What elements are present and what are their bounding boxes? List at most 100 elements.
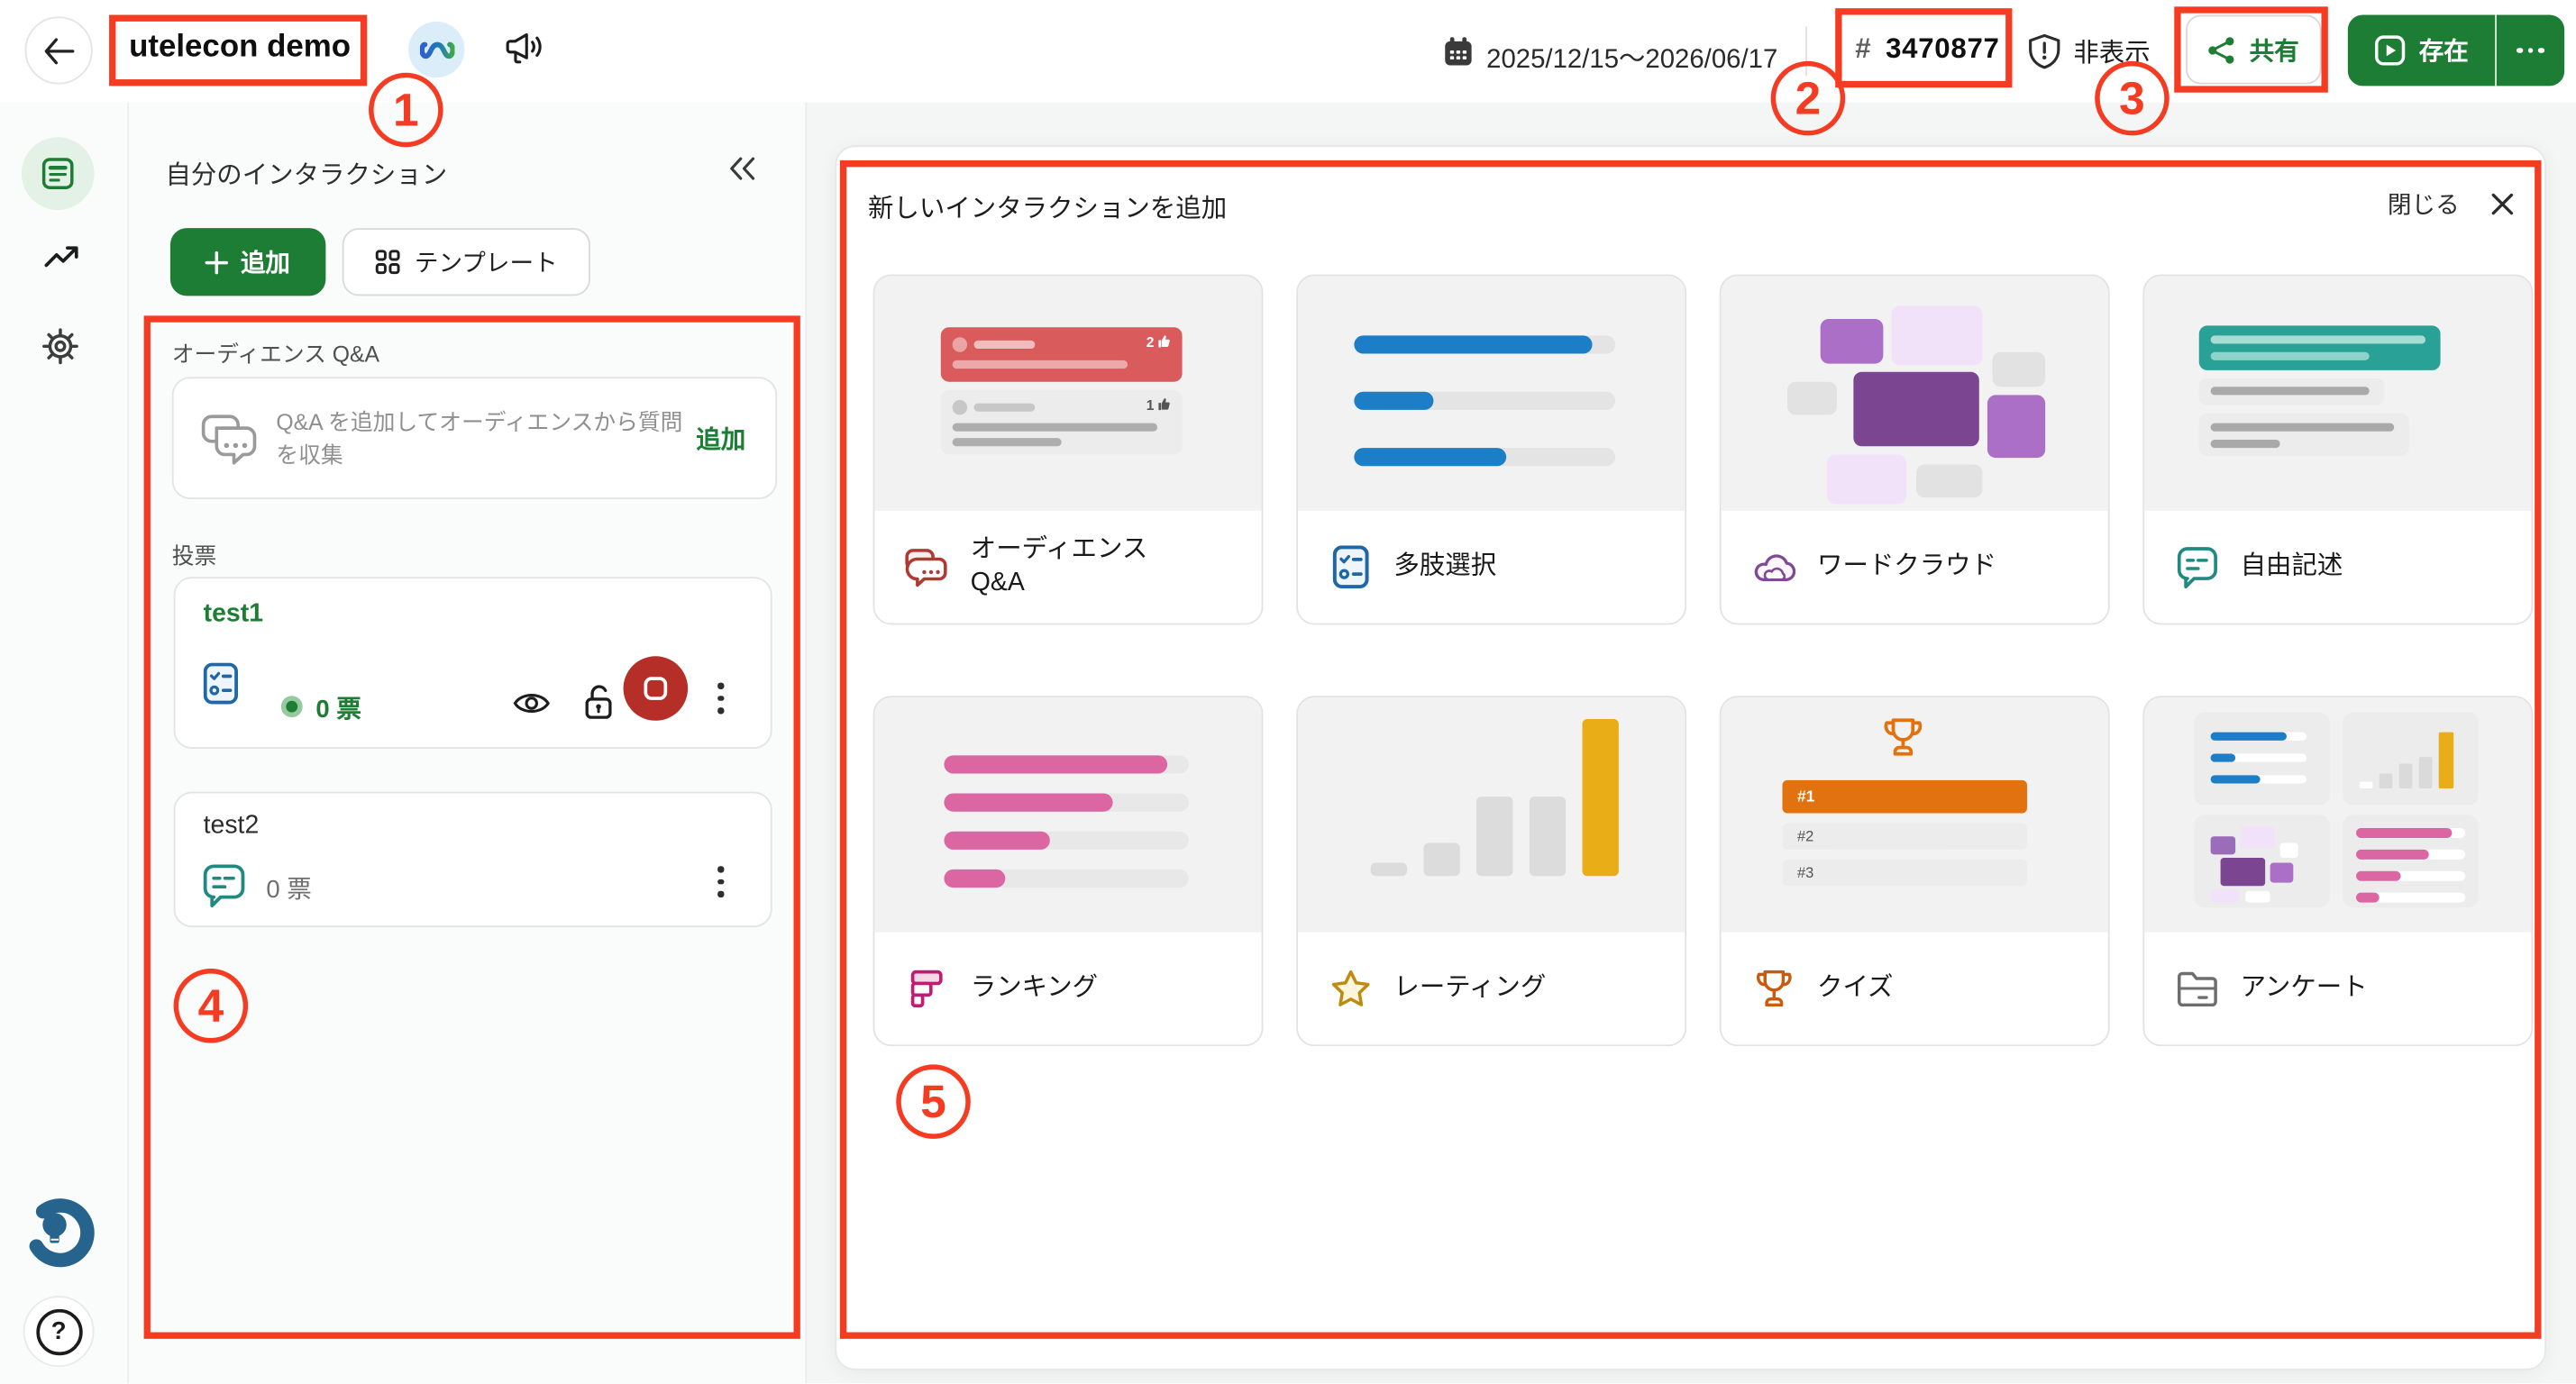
poll-menu-button[interactable] xyxy=(713,861,728,902)
thumbs-up-icon xyxy=(1157,334,1171,350)
card-survey[interactable]: アンケート xyxy=(2142,696,2533,1046)
stop-square-icon xyxy=(644,676,669,701)
qa-add-link[interactable]: 追加 xyxy=(696,422,745,457)
panel-title: 自分のインタラクション xyxy=(165,155,447,191)
chevrons-left-icon xyxy=(727,155,757,181)
open-text-thumbnail xyxy=(2144,276,2531,510)
calendar-icon xyxy=(1442,35,1475,68)
rail-item-settings[interactable] xyxy=(41,327,79,373)
back-button[interactable] xyxy=(25,16,93,84)
card-label: 自由記述 xyxy=(2241,551,2343,584)
collapse-panel-button[interactable] xyxy=(727,155,757,190)
thumbs-up-icon xyxy=(1157,396,1171,412)
card-ranking[interactable]: ランキング xyxy=(873,696,1264,1046)
card-label: ランキング xyxy=(971,971,1098,1005)
qa-bubbles-icon xyxy=(200,414,260,467)
poll-card-test2[interactable]: test2 0 票 xyxy=(174,792,772,927)
trophy-icon xyxy=(1880,714,1926,763)
likes-count: 2 xyxy=(1146,334,1155,351)
interactions-icon xyxy=(40,155,76,191)
trending-up-icon xyxy=(43,241,81,271)
qa-empty-card[interactable]: Q&A を追加してオーディエンスから質問を収集 追加 xyxy=(172,377,777,499)
rank-row-label: #1 xyxy=(1797,788,1814,806)
vevox-logo xyxy=(22,1195,96,1270)
open-text-icon xyxy=(202,863,247,909)
card-label: レーティング xyxy=(1393,971,1546,1005)
present-button-group: 存在 xyxy=(2348,15,2564,86)
webex-integration-icon xyxy=(408,22,464,77)
rating-star-icon xyxy=(1328,966,1373,1011)
poll-menu-button[interactable] xyxy=(713,678,728,718)
qa-thumbnail: 2 1 xyxy=(874,276,1261,510)
eye-icon xyxy=(513,689,551,717)
word-cloud-thumbnail xyxy=(1722,276,2108,510)
card-label: オーディエンス Q&A xyxy=(971,533,1177,600)
ranking-thumbnail xyxy=(874,697,1261,932)
gear-icon xyxy=(41,327,79,365)
multiple-choice-icon xyxy=(204,663,239,705)
session-title[interactable]: utelecon demo xyxy=(129,30,351,66)
visibility-toggle[interactable]: 非表示 xyxy=(2027,33,2151,69)
play-square-icon xyxy=(2374,35,2406,67)
more-options-button[interactable] xyxy=(2497,15,2564,86)
rail-item-interactions[interactable] xyxy=(22,137,95,210)
hash-icon: # xyxy=(1855,33,1870,67)
vote-count: 0 票 xyxy=(266,871,311,906)
poll-title: test1 xyxy=(204,600,263,630)
modal-close[interactable]: 閉じる xyxy=(2388,187,2514,222)
poll-card-test1[interactable]: test1 0 票 xyxy=(174,577,772,749)
rank-row-label: #3 xyxy=(1797,864,1813,880)
quiz-thumbnail: #1 #2 #3 xyxy=(1722,697,2108,932)
card-audience-qa[interactable]: 2 1 オーディエンス Q& xyxy=(873,275,1264,625)
announcement-icon[interactable] xyxy=(504,30,547,77)
card-rating[interactable]: レーティング xyxy=(1296,696,1686,1046)
vote-count: 0 票 xyxy=(315,691,361,726)
add-interaction-button[interactable]: 追加 xyxy=(170,228,325,296)
question-icon: ? xyxy=(35,1308,81,1354)
grid-icon xyxy=(375,250,400,275)
interactions-panel: 自分のインタラクション 追加 テンプレート オーディエンス Q&A Q&A を追… xyxy=(129,103,807,1384)
kebab-icon xyxy=(717,683,723,688)
lock-button[interactable] xyxy=(584,683,614,729)
card-multiple-choice[interactable]: 多肢選択 xyxy=(1296,275,1686,625)
templates-button[interactable]: テンプレート xyxy=(343,228,590,296)
close-icon xyxy=(2489,192,2515,217)
plus-icon xyxy=(206,250,229,274)
arrow-left-icon xyxy=(43,37,75,63)
hide-label: 非表示 xyxy=(2073,33,2150,69)
interaction-type-grid: 2 1 オーディエンス Q& xyxy=(873,275,2534,1047)
stop-button[interactable] xyxy=(624,656,689,721)
present-button[interactable]: 存在 xyxy=(2348,15,2495,86)
kebab-icon xyxy=(717,866,723,871)
left-rail: ? xyxy=(0,103,129,1384)
app-window: utelecon demo 2025/12/15～2026/06/17 # 34… xyxy=(0,0,2576,1384)
qa-section-label: オーディエンス Q&A xyxy=(172,335,379,369)
qa-prompt-text: Q&A を追加してオーディエンスから質問を収集 xyxy=(276,406,702,472)
help-button[interactable]: ? xyxy=(23,1296,95,1367)
share-nodes-icon xyxy=(2208,35,2236,63)
rail-item-results[interactable] xyxy=(43,241,81,279)
card-label: ワードクラウド xyxy=(1817,551,1996,584)
date-range[interactable]: 2025/12/15～2026/06/17 xyxy=(1486,36,1777,76)
preview-button[interactable] xyxy=(513,689,551,725)
quiz-trophy-icon xyxy=(1751,966,1796,1011)
ranking-icon xyxy=(904,966,949,1011)
top-bar: utelecon demo 2025/12/15～2026/06/17 # 34… xyxy=(0,0,2576,103)
live-status-dot xyxy=(281,696,303,717)
survey-thumbnail xyxy=(2144,697,2531,932)
webex-logo-icon xyxy=(419,37,454,62)
card-quiz[interactable]: #1 #2 #3 クイズ xyxy=(1720,696,2110,1046)
open-text-icon xyxy=(2174,544,2219,589)
card-open-text[interactable]: 自由記述 xyxy=(2142,275,2533,625)
poll-section-label: 投票 xyxy=(172,537,217,570)
rank-row-label: #2 xyxy=(1797,828,1813,844)
share-button[interactable]: 共有 xyxy=(2186,15,2321,85)
topbar-divider xyxy=(1805,26,1807,76)
multiple-choice-icon xyxy=(1328,544,1373,589)
card-label: アンケート xyxy=(2241,971,2368,1005)
likes-count: 1 xyxy=(1146,396,1155,413)
card-word-cloud[interactable]: ワードクラウド xyxy=(1720,275,2110,625)
close-label: 閉じる xyxy=(2388,187,2460,222)
session-code[interactable]: # 3470877 xyxy=(1855,33,1999,67)
poll-title: test2 xyxy=(204,812,260,842)
